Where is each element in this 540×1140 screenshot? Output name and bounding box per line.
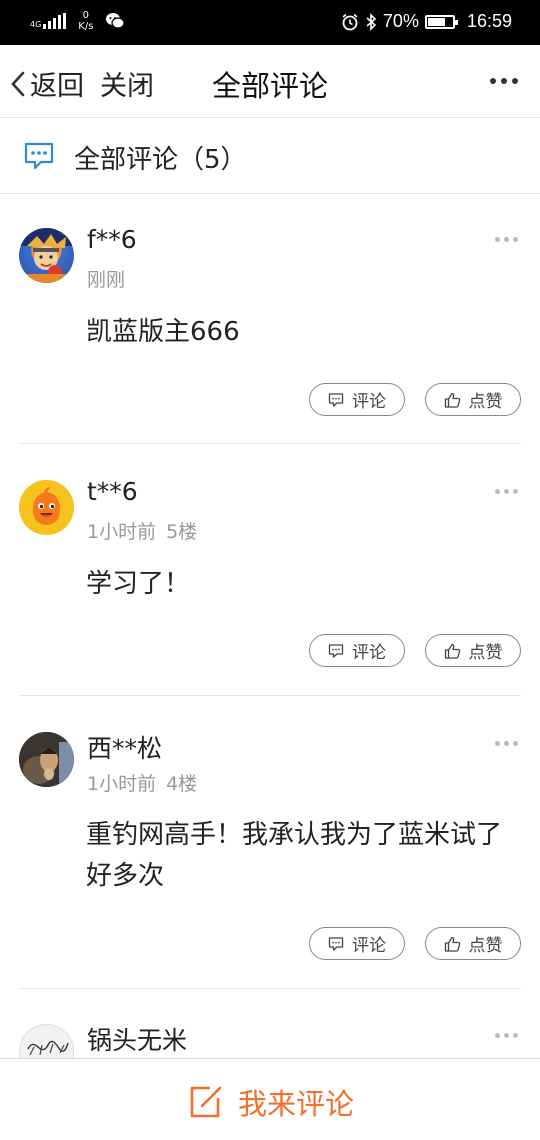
comment-text: 凯蓝版主666 <box>86 317 240 347</box>
thumbs-up-icon <box>444 936 460 952</box>
clock: 16:59 <box>466 11 512 31</box>
reply-button[interactable]: 评论 <box>309 383 405 416</box>
chevron-left-icon <box>11 71 25 96</box>
like-button[interactable]: 点赞 <box>425 634 521 667</box>
comment-item: 西**松 1小时前 4楼 重钓网高手！我承认我为了蓝米试了好多次 评论 点赞 <box>0 699 540 991</box>
comment-item: t**6 1小时前 5楼 学习了！ 评论 点赞 <box>0 447 540 697</box>
comment-meta: 刚刚 <box>87 265 125 292</box>
comment-more-button[interactable] <box>495 237 518 242</box>
comment-text: 重钓网高手！我承认我为了蓝米试了好多次 <box>86 820 503 891</box>
alarm-icon <box>342 13 358 30</box>
reply-button[interactable]: 评论 <box>309 927 405 960</box>
comment-meta: 1小时前 4楼 <box>87 769 197 796</box>
page-title: 全部评论 <box>211 69 328 103</box>
network-speed: 0 K/s <box>78 10 93 32</box>
bottom-compose-bar: 我来评论 <box>0 1058 540 1140</box>
comment-text: 学习了！ <box>86 569 191 599</box>
thumbs-up-icon <box>444 643 460 659</box>
navigation-bar: 返回 关闭 全部评论 <box>0 45 540 118</box>
comment-username[interactable]: t**6 <box>87 477 138 506</box>
write-comment-button[interactable]: 我来评论 <box>188 1081 354 1123</box>
comment-username[interactable]: f**6 <box>87 225 137 254</box>
speed-value: 0 <box>82 10 90 21</box>
battery-percent: 70% <box>382 11 419 31</box>
avatar[interactable] <box>19 732 74 787</box>
reply-label: 评论 <box>352 643 386 663</box>
comment-more-button[interactable] <box>495 741 518 746</box>
comment-floor: 4楼 <box>166 773 198 795</box>
network-type: 4G <box>30 20 42 29</box>
comment-time: 1小时前 <box>87 773 157 795</box>
like-label: 点赞 <box>468 936 503 956</box>
comment-icon <box>328 643 344 658</box>
speed-unit: K/s <box>78 21 94 32</box>
comment-icon <box>328 392 344 407</box>
status-bar: 4G 0 K/s 70% 16:59 <box>0 0 540 45</box>
reply-button[interactable]: 评论 <box>309 634 405 667</box>
like-button[interactable]: 点赞 <box>425 927 521 960</box>
comment-time: 1小时前 <box>87 521 157 543</box>
edit-icon <box>190 1086 222 1118</box>
back-label: 返回 <box>30 71 84 102</box>
comment-icon <box>328 936 344 951</box>
divider <box>19 988 521 989</box>
wechat-icon <box>106 13 126 29</box>
signal-indicator: 4G <box>30 13 67 29</box>
comments-section-header: 全部评论（5） <box>0 119 540 194</box>
comment-username[interactable]: 锅头无米 <box>87 1021 187 1057</box>
comment-meta: 1小时前 5楼 <box>87 517 197 544</box>
comment-bubble-icon <box>24 142 54 170</box>
comment-time: 刚刚 <box>87 269 126 291</box>
thumbs-up-icon <box>444 392 460 408</box>
avatar[interactable] <box>19 1024 74 1058</box>
comment-item: f**6 刚刚 凯蓝版主666 评论 点赞 <box>0 195 540 445</box>
comment-floor: 5楼 <box>166 521 198 543</box>
avatar[interactable] <box>19 480 74 535</box>
like-button[interactable]: 点赞 <box>425 383 521 416</box>
back-button[interactable]: 返回 <box>10 64 84 103</box>
like-label: 点赞 <box>468 643 503 663</box>
comment-more-button[interactable] <box>495 489 518 494</box>
battery-icon <box>424 14 458 29</box>
reply-label: 评论 <box>352 936 386 956</box>
write-comment-label: 我来评论 <box>238 1087 355 1121</box>
divider <box>19 443 521 444</box>
more-options-button[interactable] <box>490 78 518 84</box>
avatar[interactable] <box>19 228 74 283</box>
comment-more-button[interactable] <box>495 1033 518 1038</box>
reply-label: 评论 <box>352 392 386 412</box>
signal-bars-icon <box>43 13 67 29</box>
bluetooth-icon <box>366 12 377 31</box>
close-button[interactable]: 关闭 <box>100 64 154 103</box>
divider <box>19 695 521 696</box>
comment-item: 锅头无米 <box>0 991 540 1058</box>
like-label: 点赞 <box>468 392 503 412</box>
section-title: 全部评论（5） <box>74 145 247 175</box>
comment-username[interactable]: 西**松 <box>87 729 162 765</box>
